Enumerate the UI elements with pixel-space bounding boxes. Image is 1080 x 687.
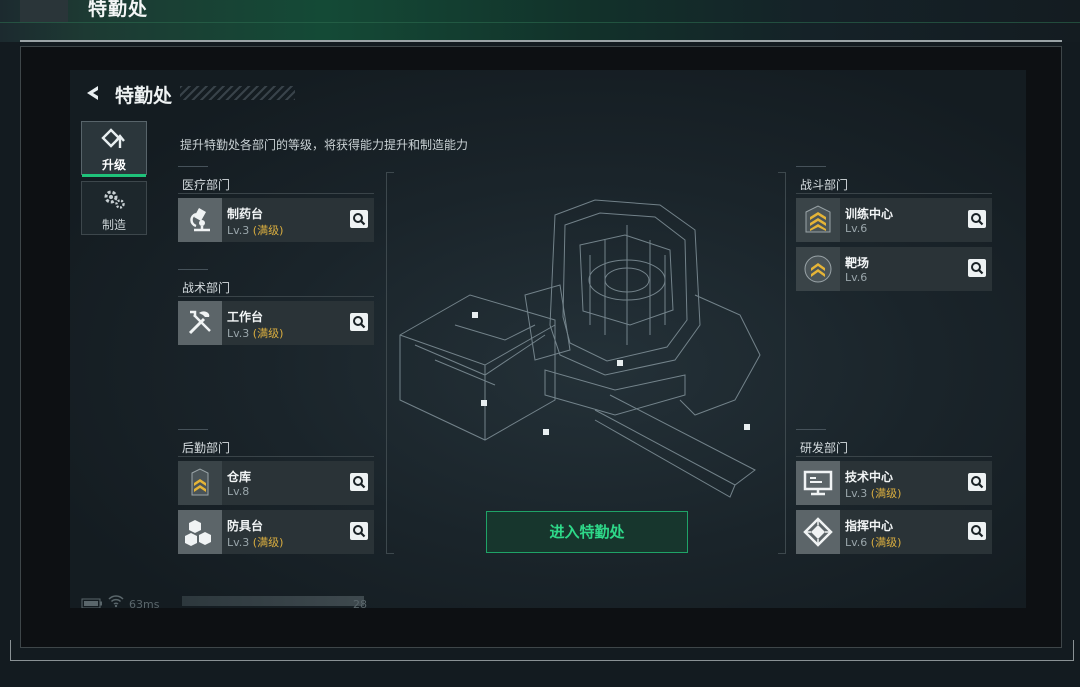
level-value: Lv.3 [227, 536, 250, 549]
search-icon[interactable] [350, 210, 368, 228]
ping-readout: 63ms [129, 598, 160, 608]
tools-icon [178, 301, 222, 345]
dept-title-medical: 医疗部门 [182, 178, 231, 192]
dept-title-logistics: 后勤部门 [182, 441, 231, 455]
facility-level: Lv.3 (满级) [845, 485, 901, 501]
max-level-tag: (满级) [252, 536, 284, 549]
facility-name: 制药台 [227, 207, 264, 221]
back-arrow-icon [87, 86, 98, 100]
facility-name: 技术中心 [845, 470, 894, 484]
max-level-tag: (满级) [252, 224, 284, 237]
level-value: Lv.3 [227, 327, 250, 340]
facility-level: Lv.8 [227, 485, 249, 498]
facility-name: 指挥中心 [845, 519, 894, 533]
back-button[interactable] [82, 82, 104, 110]
rank-chevron-icon [796, 247, 840, 291]
facility-level: Lv.6 [845, 222, 867, 235]
facility-name: 工作台 [227, 310, 264, 324]
description-text: 提升特勤处各部门的等级，将获得能力提升和制造能力 [180, 138, 469, 152]
max-level-tag: (满级) [252, 327, 284, 340]
boxes-icon [178, 510, 222, 554]
facility-wireframe-model [399, 199, 761, 535]
upgrade-icon [82, 128, 146, 155]
search-icon[interactable] [350, 313, 368, 331]
rank-chevron-icon [796, 198, 840, 242]
search-icon[interactable] [350, 522, 368, 540]
facility-card-tech-center[interactable]: 技术中心 Lv.3 (满级) [796, 461, 992, 505]
chip-icon [796, 510, 840, 554]
rank-chevron-icon [178, 461, 222, 505]
wifi-icon [108, 594, 124, 608]
screen-title: 特勤处 [115, 85, 173, 107]
top-header-bar: 特勤处 [0, 0, 1080, 42]
facility-level: Lv.3 (满级) [227, 222, 283, 238]
enter-hq-button[interactable]: 进入特勤处 [486, 511, 688, 553]
search-icon[interactable] [968, 210, 986, 228]
dept-title-combat: 战斗部门 [800, 178, 849, 192]
facility-card-training-center[interactable]: 训练中心 Lv.6 [796, 198, 992, 242]
facility-level: Lv.6 [845, 271, 867, 284]
header-tab-block [20, 0, 68, 22]
level-value: Lv.6 [845, 271, 868, 284]
facility-name: 仓库 [227, 470, 252, 484]
facility-name: 防具台 [227, 519, 264, 533]
tab-craft-label: 制造 [101, 218, 126, 232]
search-icon[interactable] [968, 522, 986, 540]
dept-header-combat: 战斗部门 [796, 166, 992, 194]
battery-icon [81, 598, 103, 608]
header-title: 特勤处 [88, 0, 149, 20]
facility-card-pharmacy[interactable]: 制药台 Lv.3 (满级) [178, 198, 374, 242]
max-level-tag: (满级) [870, 487, 902, 500]
status-count: 28 [353, 598, 367, 608]
facility-card-warehouse[interactable]: 仓库 Lv.8 [178, 461, 374, 505]
level-value: Lv.8 [227, 485, 250, 498]
search-icon[interactable] [968, 473, 986, 491]
facility-level: Lv.3 (满级) [227, 325, 283, 341]
facility-name: 靶场 [845, 256, 870, 270]
dept-header-research: 研发部门 [796, 429, 992, 457]
dept-title-research: 研发部门 [800, 441, 849, 455]
hq-screen: 特勤处 升级 制造 提升特勤处各部门的等级，将获得能力提升和制造能力 医疗部门 … [70, 70, 1026, 608]
status-progress-bar [182, 596, 364, 606]
facility-level: Lv.6 (满级) [845, 534, 901, 550]
header-divider [0, 22, 1080, 23]
microscope-icon [178, 198, 222, 242]
facility-level: Lv.3 (满级) [227, 534, 283, 550]
level-value: Lv.6 [845, 222, 868, 235]
facility-card-armor-bench[interactable]: 防具台 Lv.3 (满级) [178, 510, 374, 554]
facility-card-command-center[interactable]: 指挥中心 Lv.6 (满级) [796, 510, 992, 554]
dept-header-tactical: 战术部门 [178, 269, 374, 297]
gear-icon [82, 188, 146, 215]
dept-header-medical: 医疗部门 [178, 166, 374, 194]
level-value: Lv.3 [227, 224, 250, 237]
monitor-icon [796, 461, 840, 505]
level-value: Lv.3 [845, 487, 868, 500]
tab-upgrade-label: 升级 [101, 158, 126, 172]
tab-upgrade[interactable]: 升级 [81, 121, 147, 177]
search-icon[interactable] [968, 259, 986, 277]
facility-card-workbench[interactable]: 工作台 Lv.3 (满级) [178, 301, 374, 345]
max-level-tag: (满级) [870, 536, 902, 549]
search-icon[interactable] [350, 473, 368, 491]
model-frame-left [386, 172, 394, 554]
facility-card-shooting-range[interactable]: 靶场 Lv.6 [796, 247, 992, 291]
dept-title-tactical: 战术部门 [182, 281, 231, 295]
title-hatch-decoration [180, 86, 295, 100]
level-value: Lv.6 [845, 536, 868, 549]
tab-craft[interactable]: 制造 [81, 181, 147, 235]
frame-bottom-bracket [10, 640, 1074, 661]
header-separator [20, 40, 1062, 42]
facility-name: 训练中心 [845, 207, 894, 221]
dept-header-logistics: 后勤部门 [178, 429, 374, 457]
